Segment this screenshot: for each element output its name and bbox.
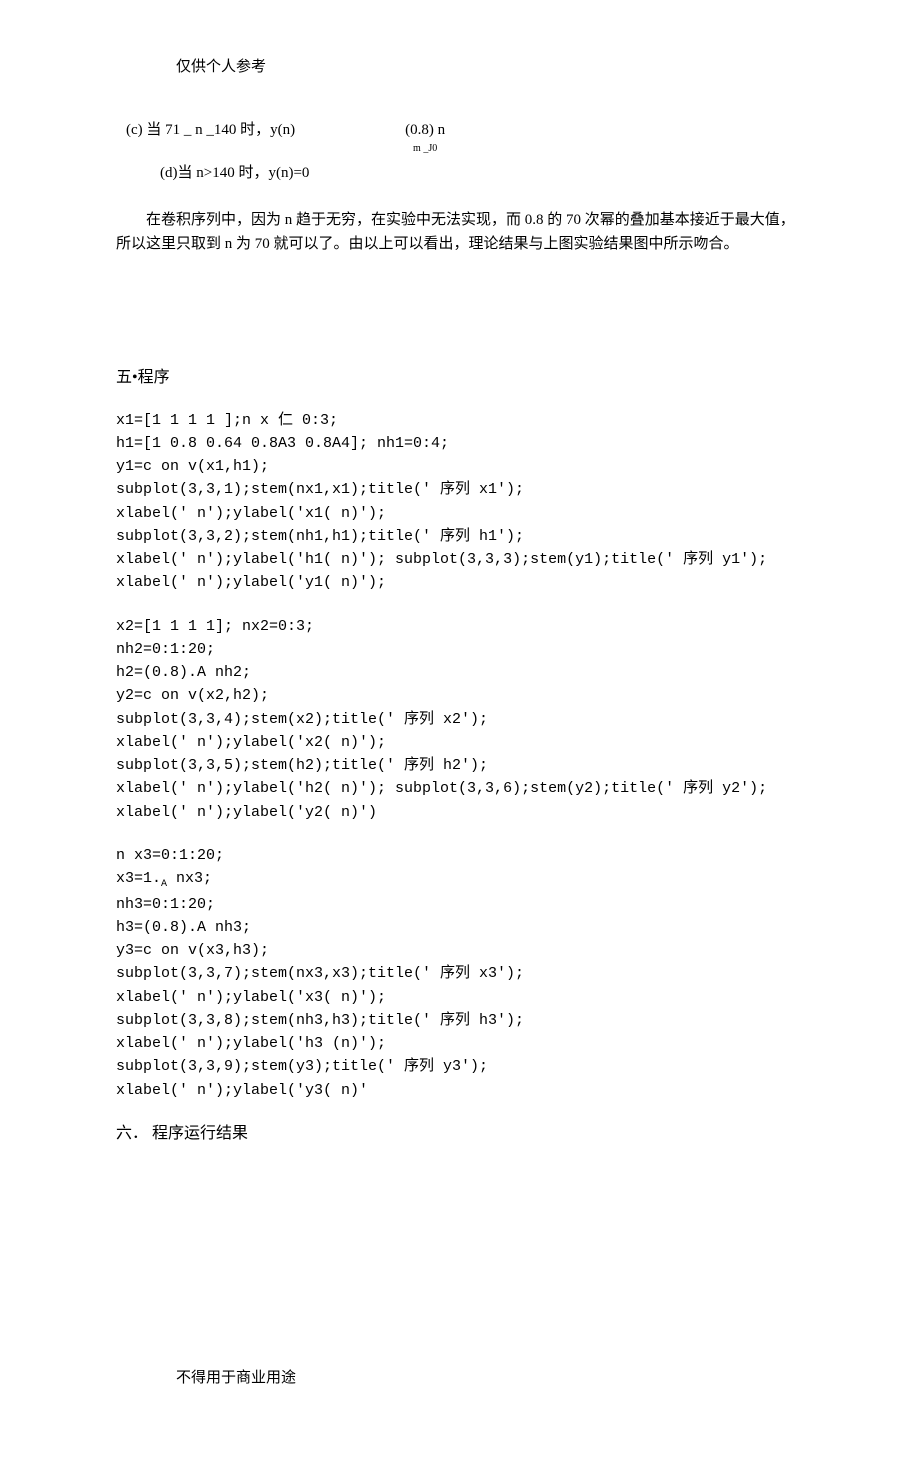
equation-c-right: (0.8) n m _J0: [405, 119, 445, 156]
equation-d: (d)当 n>140 时，y(n)=0: [160, 162, 804, 185]
code-line: subplot(3,3,5);stem(h2);title(' 序列 h2');: [116, 754, 804, 777]
section-6-title: 六． 程序运行结果: [116, 1122, 804, 1147]
code-line: h3=(0.8).A nh3;: [116, 916, 804, 939]
code-block-1: x1=[1 1 1 1 ];n x 仁 0:3; h1=[1 0.8 0.64 …: [116, 409, 804, 595]
code-line: subplot(3,3,9);stem(y3);title(' 序列 y3');: [116, 1055, 804, 1078]
code-line: y2=c on v(x2,h2);: [116, 684, 804, 707]
page-header: 仅供个人参考: [176, 56, 804, 79]
code-line: nh2=0:1:20;: [116, 638, 804, 661]
code-line: xlabel(' n');ylabel('x3( n)');: [116, 986, 804, 1009]
code-line: xlabel(' n');ylabel('x1( n)');: [116, 502, 804, 525]
code-text: x3=1.: [116, 870, 161, 887]
equation-c: (c) 当 71 _ n _140 时，y(n) (0.8) n m _J0: [126, 119, 804, 156]
code-line: xlabel(' n');ylabel('y1( n)');: [116, 571, 804, 594]
page-footer: 不得用于商业用途: [176, 1367, 804, 1390]
equation-c-right-top: (0.8) n: [405, 122, 445, 138]
equation-c-right-sub: m _J0: [405, 141, 445, 157]
page-container: 仅供个人参考 (c) 当 71 _ n _140 时，y(n) (0.8) n …: [0, 0, 920, 1470]
code-line: xlabel(' n');ylabel('h2( n)'); subplot(3…: [116, 777, 804, 800]
code-line: h2=(0.8).A nh2;: [116, 661, 804, 684]
code-line: xlabel(' n');ylabel('h3 (n)');: [116, 1032, 804, 1055]
code-line: x2=[1 1 1 1]; nx2=0:3;: [116, 615, 804, 638]
code-line: xlabel(' n');ylabel('y3( n)': [116, 1079, 804, 1102]
code-line: h1=[1 0.8 0.64 0.8A3 0.8A4]; nh1=0:4;: [116, 432, 804, 455]
code-line: subplot(3,3,4);stem(x2);title(' 序列 x2');: [116, 708, 804, 731]
code-block-3: n x3=0:1:20; x3=1.A nx3; nh3=0:1:20; h3=…: [116, 844, 804, 1102]
code-line: xlabel(' n');ylabel('h1( n)'); subplot(3…: [116, 548, 804, 571]
code-line: x3=1.A nx3;: [116, 867, 804, 893]
code-line: xlabel(' n');ylabel('y2( n)'): [116, 801, 804, 824]
code-line: subplot(3,3,7);stem(nx3,x3);title(' 序列 x…: [116, 962, 804, 985]
code-line: subplot(3,3,8);stem(nh3,h3);title(' 序列 h…: [116, 1009, 804, 1032]
explanation-paragraph: 在卷积序列中，因为 n 趋于无穷，在实验中无法实现，而 0.8 的 70 次幂的…: [116, 209, 804, 256]
code-line: n x3=0:1:20;: [116, 844, 804, 867]
code-line: subplot(3,3,1);stem(nx1,x1);title(' 序列 x…: [116, 478, 804, 501]
code-block-2: x2=[1 1 1 1]; nx2=0:3; nh2=0:1:20; h2=(0…: [116, 615, 804, 824]
code-text: nx3;: [167, 870, 212, 887]
equation-c-left: (c) 当 71 _ n _140 时，y(n): [126, 119, 295, 142]
code-line: nh3=0:1:20;: [116, 893, 804, 916]
code-line: x1=[1 1 1 1 ];n x 仁 0:3;: [116, 409, 804, 432]
code-line: y1=c on v(x1,h1);: [116, 455, 804, 478]
code-line: subplot(3,3,2);stem(nh1,h1);title(' 序列 h…: [116, 525, 804, 548]
section-5-title: 五•程序: [116, 366, 804, 391]
code-line: xlabel(' n');ylabel('x2( n)');: [116, 731, 804, 754]
code-line: y3=c on v(x3,h3);: [116, 939, 804, 962]
